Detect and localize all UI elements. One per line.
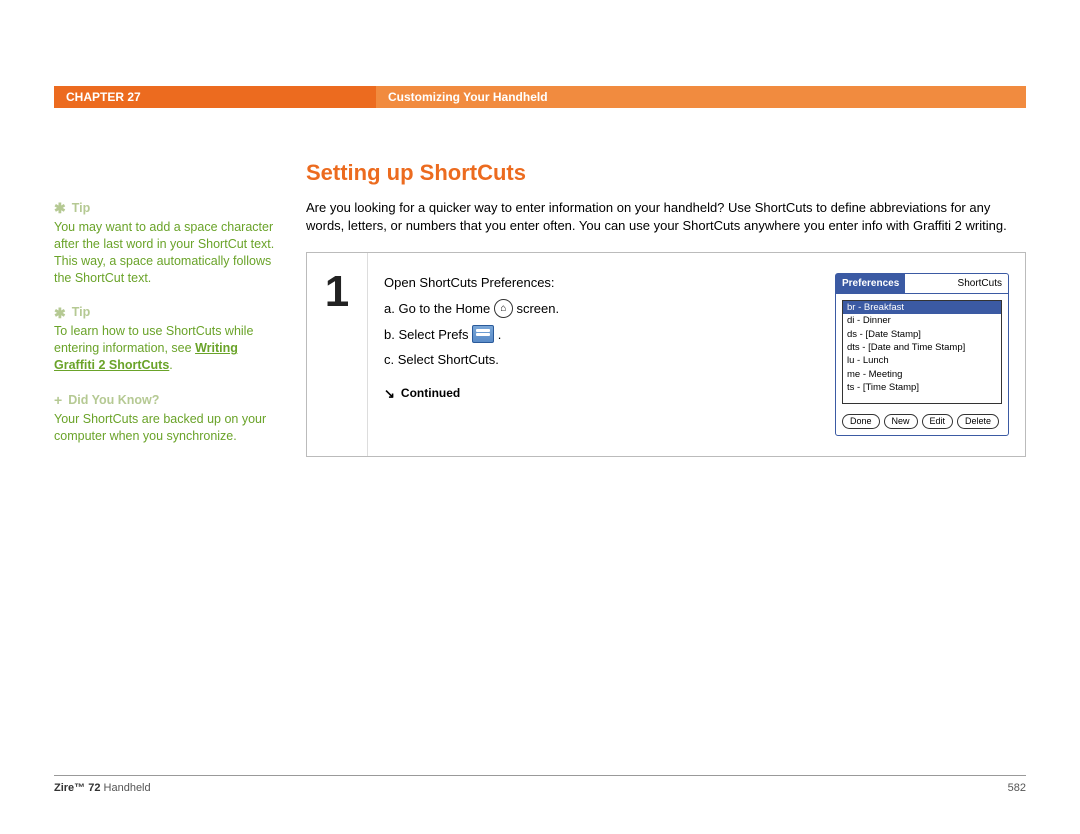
- home-icon: ⌂: [494, 299, 513, 318]
- tip-text: To learn how to use ShortCuts while ente…: [54, 323, 276, 374]
- step-a: a. Go to the Home ⌂ screen.: [384, 299, 819, 319]
- tip-block-1: ✱ Tip You may want to add a space charac…: [54, 200, 276, 286]
- tip-label: Tip: [72, 200, 91, 217]
- asterisk-icon: ✱: [54, 201, 66, 215]
- step-number: 1: [307, 253, 368, 456]
- device-tab-shortcuts: ShortCuts: [905, 274, 1008, 293]
- list-item: br - Breakfast: [843, 301, 1001, 314]
- did-you-know-block: + Did You Know? Your ShortCuts are backe…: [54, 392, 276, 445]
- continued-label: ↘ Continued: [384, 384, 819, 404]
- chapter-label: CHAPTER 27: [54, 86, 376, 108]
- done-button: Done: [842, 414, 880, 429]
- tip-label: Tip: [72, 304, 91, 321]
- list-item: me - Meeting: [843, 368, 1001, 381]
- list-item: di - Dinner: [843, 314, 1001, 327]
- footer: Zire™ 72 Handheld 582: [54, 775, 1026, 794]
- section-title: Setting up ShortCuts: [306, 160, 1026, 186]
- step-lead: Open ShortCuts Preferences:: [384, 273, 819, 293]
- product-name: Zire™ 72 Handheld: [54, 782, 151, 794]
- list-item: lu - Lunch: [843, 354, 1001, 367]
- dyk-label: Did You Know?: [68, 392, 159, 409]
- tip-text: You may want to add a space character af…: [54, 219, 276, 287]
- asterisk-icon: ✱: [54, 306, 66, 320]
- step-b: b. Select Prefs .: [384, 325, 819, 345]
- edit-button: Edit: [922, 414, 954, 429]
- tip-block-2: ✱ Tip To learn how to use ShortCuts whil…: [54, 304, 276, 374]
- device-screenshot: Preferences ShortCuts br - Breakfast di …: [835, 273, 1009, 436]
- prefs-icon: [472, 325, 494, 343]
- intro-paragraph: Are you looking for a quicker way to ent…: [306, 199, 1026, 234]
- sidebar: ✱ Tip You may want to add a space charac…: [54, 160, 306, 754]
- chapter-title: Customizing Your Handheld: [376, 86, 1026, 108]
- new-button: New: [884, 414, 918, 429]
- list-item: ds - [Date Stamp]: [843, 328, 1001, 341]
- plus-icon: +: [54, 393, 62, 407]
- step-c: c. Select ShortCuts.: [384, 350, 819, 370]
- main-content: Setting up ShortCuts Are you looking for…: [306, 160, 1026, 754]
- delete-button: Delete: [957, 414, 999, 429]
- dyk-text: Your ShortCuts are backed up on your com…: [54, 411, 276, 445]
- device-list: br - Breakfast di - Dinner ds - [Date St…: [842, 300, 1002, 404]
- device-tab-preferences: Preferences: [836, 274, 905, 293]
- page-number: 582: [1008, 782, 1026, 794]
- header-bar: CHAPTER 27 Customizing Your Handheld: [54, 86, 1026, 108]
- list-item: dts - [Date and Time Stamp]: [843, 341, 1001, 354]
- arrow-down-right-icon: ↘: [384, 384, 395, 404]
- list-item: ts - [Time Stamp]: [843, 381, 1001, 394]
- step-box: 1 Open ShortCuts Preferences: a. Go to t…: [306, 252, 1026, 457]
